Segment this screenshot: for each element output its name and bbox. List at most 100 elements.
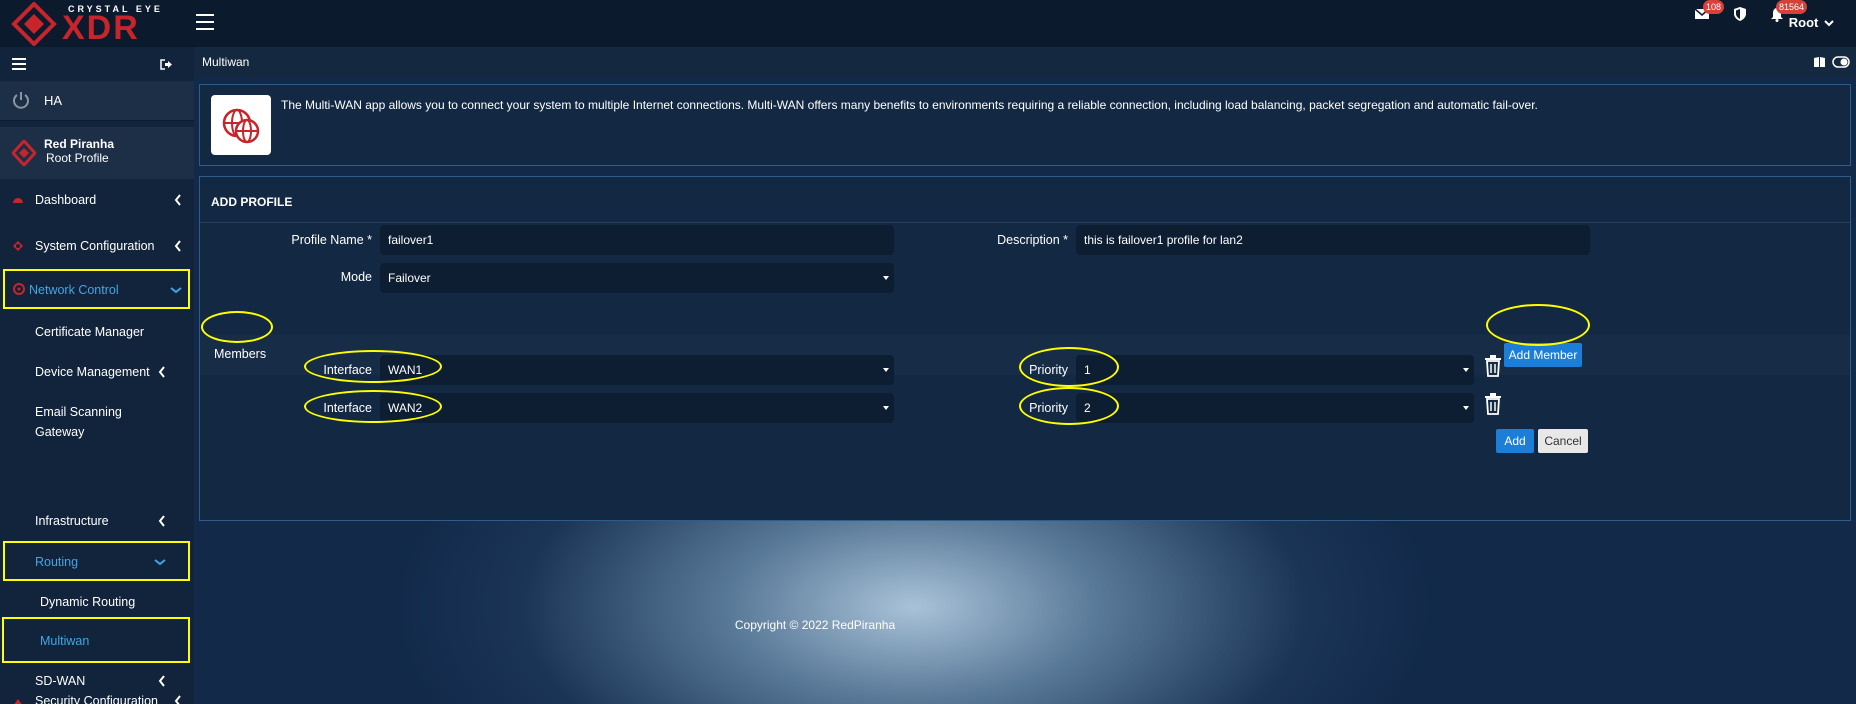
sidebar-item-security-configuration[interactable]: Security Configuration (0, 694, 194, 704)
network-icon (13, 283, 25, 295)
priority-select-1[interactable]: 1 (1076, 355, 1474, 385)
priority-label: Priority (1029, 363, 1068, 377)
copyright-text: Copyright © 2022 RedPiranha (734, 618, 896, 632)
profile-name-label: Profile Name * (291, 233, 372, 247)
security-icon (14, 699, 22, 704)
sidebar-item-label: Dashboard (35, 193, 97, 207)
profile-logo-icon (12, 140, 36, 166)
caret-down-icon (883, 368, 889, 372)
add-button[interactable]: Add (1496, 429, 1534, 453)
sidebar-item-network-control[interactable]: Network Control (3, 269, 190, 309)
user-menu[interactable]: Root (1789, 15, 1834, 30)
add-profile-form: ADD PROFILE Profile Name * failover1 Des… (199, 176, 1851, 521)
sidebar-item-label: Security Configuration (35, 694, 158, 704)
sidebar-toolbar (0, 47, 194, 81)
sidebar-item-label: Infrastructure (35, 514, 109, 528)
page-title: Multiwan (202, 55, 250, 69)
mode-label: Mode (340, 270, 372, 284)
trash-icon[interactable] (1484, 355, 1502, 377)
add-member-button[interactable]: Add Member (1504, 343, 1582, 367)
alert-count-badge: 81564 (1776, 0, 1808, 14)
main-content: Multiwan The Multi-WAN app allows you to… (194, 47, 1856, 704)
page-header: Multiwan (194, 47, 1856, 77)
mail-icon[interactable]: 108 (1694, 0, 1725, 22)
logout-icon[interactable] (160, 59, 172, 70)
settings-icon (13, 241, 23, 251)
toggle-icon[interactable] (1832, 56, 1850, 68)
sidebar-item-label: Dynamic Routing (40, 595, 136, 609)
description-input[interactable]: this is failover1 profile for lan2 (1076, 225, 1590, 255)
mail-count-badge: 108 (1703, 0, 1725, 14)
brand-name: XDR (62, 9, 140, 47)
cancel-button[interactable]: Cancel (1538, 429, 1588, 453)
sidebar-item-label: Email Scanning Gateway (35, 405, 122, 439)
sidebar-item-label: System Configuration (35, 239, 155, 253)
bell-icon[interactable]: 81564 (1770, 0, 1808, 22)
sidebar-item-certificate-manager[interactable]: Certificate Manager (0, 322, 194, 342)
chevron-down-icon (1824, 20, 1834, 27)
caret-down-icon (1463, 368, 1469, 372)
sidebar-item-label: Routing (35, 555, 79, 569)
menu-toggle-icon[interactable] (196, 14, 214, 30)
chevron-down-icon (154, 559, 166, 566)
sidebar-menu-icon[interactable] (12, 58, 26, 70)
caret-down-icon (883, 276, 889, 280)
multiwan-app-icon (211, 95, 271, 155)
ha-label: HA (44, 93, 63, 108)
interface-label: Interface (323, 401, 372, 415)
trash-icon[interactable] (1484, 393, 1502, 415)
interface-value: WAN1 (388, 363, 423, 377)
sidebar: HA Red Piranha Root Profile Dashboard Sy… (0, 47, 194, 704)
power-icon (13, 92, 29, 109)
sidebar-item-label: Network Control (29, 283, 119, 297)
description-label: Description * (997, 233, 1068, 247)
form-title: ADD PROFILE (211, 195, 293, 209)
sidebar-item-dynamic-routing[interactable]: Dynamic Routing (0, 592, 194, 612)
sidebar-ha[interactable]: HA (0, 81, 194, 121)
priority-select-2[interactable]: 2 (1076, 393, 1474, 423)
interface-select-1[interactable]: WAN1 (380, 355, 894, 385)
chevron-left-icon (158, 515, 165, 527)
chevron-left-icon (158, 366, 165, 378)
chevron-left-icon (158, 675, 165, 687)
dashboard-icon (13, 198, 23, 203)
chevron-left-icon (174, 194, 181, 206)
sidebar-profile[interactable]: Red Piranha Root Profile (0, 127, 194, 179)
sidebar-item-infrastructure[interactable]: Infrastructure (0, 511, 194, 531)
chevron-left-icon (174, 240, 181, 252)
interface-value: WAN2 (388, 401, 423, 415)
priority-value: 1 (1084, 363, 1091, 377)
sidebar-item-label: Multiwan (40, 634, 90, 648)
sidebar-item-label: Device Management (35, 365, 150, 379)
sidebar-item-label: SD-WAN (35, 674, 86, 688)
logo-diamond-icon (11, 2, 57, 46)
mode-select[interactable]: Failover (380, 263, 894, 293)
chevron-down-icon (170, 287, 182, 294)
form-header: ADD PROFILE (200, 177, 1850, 223)
members-label: Members (214, 347, 267, 361)
priority-value: 2 (1084, 401, 1091, 415)
mode-value: Failover (388, 271, 431, 285)
sidebar-item-system-configuration[interactable]: System Configuration (0, 228, 194, 264)
profile-name: Red Piranha (44, 137, 115, 151)
info-panel: The Multi-WAN app allows you to connect … (199, 84, 1851, 166)
chevron-left-icon (174, 695, 181, 704)
interface-label: Interface (323, 363, 372, 377)
interface-select-2[interactable]: WAN2 (380, 393, 894, 423)
top-bar: CRYSTAL EYE XDR 108 81564 Root (0, 0, 1856, 47)
profile-name-input[interactable]: failover1 (380, 225, 894, 255)
info-text: The Multi-WAN app allows you to connect … (281, 98, 1538, 112)
profile-sub: Root Profile (46, 151, 109, 165)
sidebar-item-label: Certificate Manager (35, 325, 145, 339)
sidebar-item-multiwan[interactable]: Multiwan (2, 617, 190, 663)
shield-icon[interactable] (1734, 4, 1752, 22)
sidebar-item-sd-wan[interactable]: SD-WAN (0, 671, 194, 691)
app-logo[interactable]: CRYSTAL EYE XDR (10, 2, 170, 46)
sidebar-item-routing[interactable]: Routing (3, 541, 190, 581)
caret-down-icon (1463, 406, 1469, 410)
sidebar-item-dashboard[interactable]: Dashboard (0, 182, 194, 218)
sidebar-item-device-management[interactable]: Device Management (0, 362, 194, 382)
book-icon[interactable] (1813, 56, 1826, 68)
sidebar-item-email-scanning-gateway[interactable]: Email Scanning Gateway (0, 402, 194, 442)
priority-label: Priority (1029, 401, 1068, 415)
